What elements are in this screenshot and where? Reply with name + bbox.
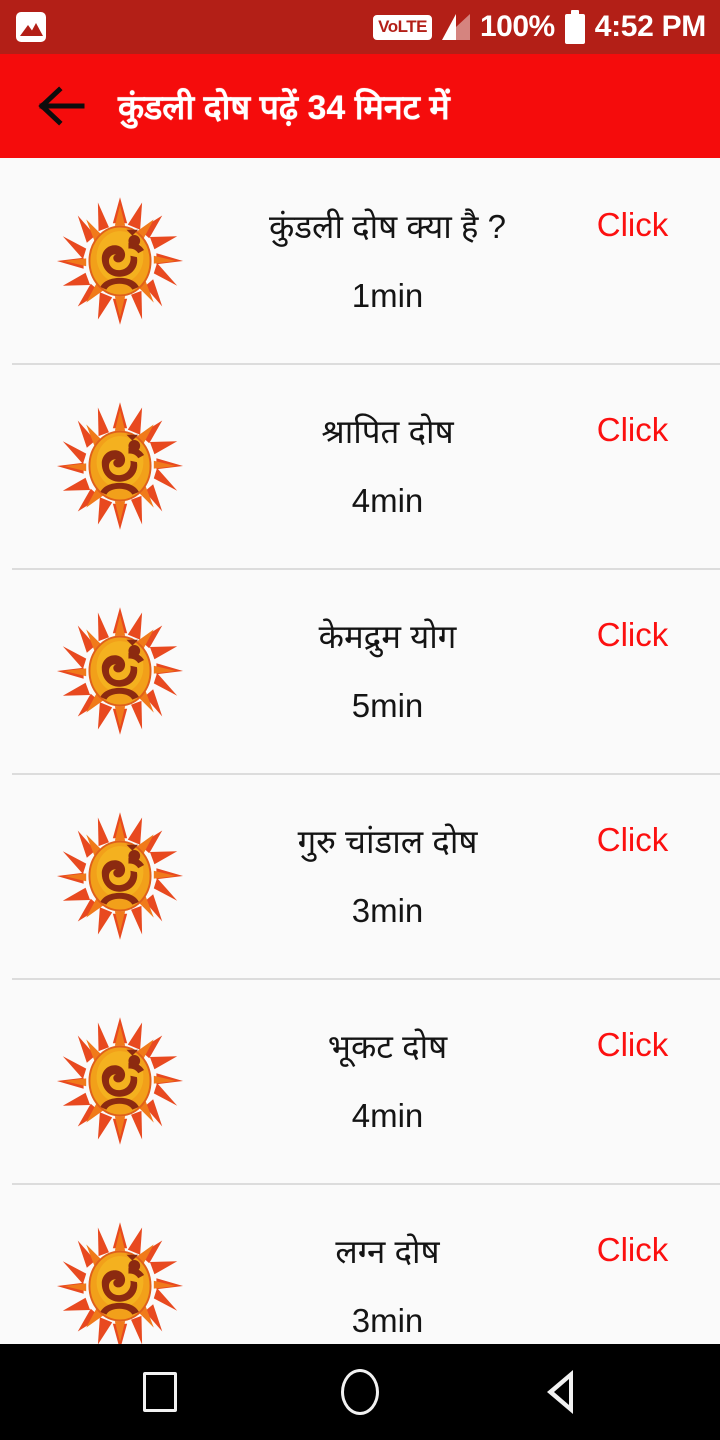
list-item-icon-cell bbox=[0, 1221, 240, 1344]
click-link[interactable]: Click bbox=[597, 1028, 669, 1061]
om-sun-icon bbox=[56, 811, 184, 940]
list-item-icon-cell bbox=[0, 1016, 240, 1146]
list-item-title: गुरु चांडाल दोष bbox=[297, 822, 478, 860]
android-nav-bar bbox=[0, 1344, 720, 1440]
list-item-icon-cell bbox=[0, 811, 240, 941]
om-sun-icon bbox=[56, 196, 184, 325]
list-item-icon-cell bbox=[0, 196, 240, 326]
list-item[interactable]: केमद्रुम योग 5min Click bbox=[0, 568, 720, 773]
list-item-text: श्रापित दोष 4min bbox=[240, 415, 535, 517]
clock-label: 4:52 PM bbox=[594, 10, 707, 43]
back-button[interactable] bbox=[34, 78, 90, 134]
om-sun-icon bbox=[56, 1221, 184, 1344]
list-item-duration: 3min bbox=[351, 1301, 424, 1339]
list-item-duration: 4min bbox=[351, 481, 424, 519]
back-nav-button[interactable] bbox=[515, 1347, 605, 1437]
recents-button[interactable] bbox=[115, 1347, 205, 1437]
list-item-duration: 4min bbox=[351, 1096, 424, 1134]
list-item-duration: 3min bbox=[351, 891, 424, 929]
circle-home-icon bbox=[341, 1369, 379, 1415]
list-item[interactable]: श्रापित दोष 4min Click bbox=[0, 363, 720, 568]
signal-bars-icon bbox=[441, 14, 470, 40]
list-item-action-cell: Click bbox=[545, 1028, 720, 1061]
list-item-action-cell: Click bbox=[545, 823, 720, 856]
list-item-icon-cell bbox=[0, 606, 240, 736]
list-item[interactable]: लग्न दोष 3min Click bbox=[0, 1183, 720, 1344]
photo-icon bbox=[16, 12, 46, 42]
status-bar: VoLTE 100% 4:52 PM bbox=[0, 0, 720, 54]
om-sun-icon bbox=[56, 606, 184, 735]
om-sun-icon bbox=[56, 401, 184, 530]
battery-percent-label: 100% bbox=[479, 10, 555, 43]
click-link[interactable]: Click bbox=[597, 208, 669, 241]
back-arrow-icon bbox=[38, 86, 85, 126]
list-item-duration: 1min bbox=[351, 276, 424, 314]
dosha-list: कुंडली दोष क्या है ? 1min Click श्रापित … bbox=[0, 158, 720, 1344]
phone-screen: VoLTE 100% 4:52 PM कुंडली दोष पढ़ें 34 म… bbox=[0, 0, 720, 1440]
list-item[interactable]: गुरु चांडाल दोष 3min Click bbox=[0, 773, 720, 978]
triangle-back-icon bbox=[547, 1370, 573, 1414]
list-item-text: कुंडली दोष क्या है ? 1min bbox=[240, 210, 535, 312]
list-item-text: केमद्रुम योग 5min bbox=[240, 620, 535, 722]
status-bar-left bbox=[16, 12, 46, 42]
list-item-title: केमद्रुम योग bbox=[318, 617, 457, 655]
list-item[interactable]: भूकट दोष 4min Click bbox=[0, 978, 720, 1183]
battery-icon bbox=[564, 10, 585, 44]
list-item-text: लग्न दोष 3min bbox=[240, 1235, 535, 1337]
list-item-text: गुरु चांडाल दोष 3min bbox=[240, 825, 535, 927]
page-title: कुंडली दोष पढ़ें 34 मिनट में bbox=[118, 89, 450, 127]
list-item-icon-cell bbox=[0, 401, 240, 531]
om-sun-icon bbox=[56, 1016, 184, 1145]
list-item-text: भूकट दोष 4min bbox=[240, 1030, 535, 1132]
list-item-title: भूकट दोष bbox=[327, 1027, 448, 1065]
list-item[interactable]: कुंडली दोष क्या है ? 1min Click bbox=[0, 158, 720, 363]
list-item-action-cell: Click bbox=[545, 413, 720, 446]
list-item-title: कुंडली दोष क्या है ? bbox=[269, 207, 506, 245]
list-item-title: लग्न दोष bbox=[335, 1232, 440, 1270]
home-button[interactable] bbox=[315, 1347, 405, 1437]
list-item-action-cell: Click bbox=[545, 1233, 720, 1266]
list-item-duration: 5min bbox=[351, 686, 424, 724]
click-link[interactable]: Click bbox=[597, 618, 669, 651]
app-bar: कुंडली दोष पढ़ें 34 मिनट में bbox=[0, 54, 720, 158]
click-link[interactable]: Click bbox=[597, 823, 669, 856]
click-link[interactable]: Click bbox=[597, 413, 669, 446]
square-recents-icon bbox=[143, 1372, 177, 1412]
volte-icon: VoLTE bbox=[373, 14, 432, 40]
list-item-title: श्रापित दोष bbox=[321, 412, 454, 450]
list-item-action-cell: Click bbox=[545, 618, 720, 651]
click-link[interactable]: Click bbox=[597, 1233, 669, 1266]
list-item-action-cell: Click bbox=[545, 208, 720, 241]
status-bar-right: VoLTE 100% 4:52 PM bbox=[373, 10, 706, 44]
